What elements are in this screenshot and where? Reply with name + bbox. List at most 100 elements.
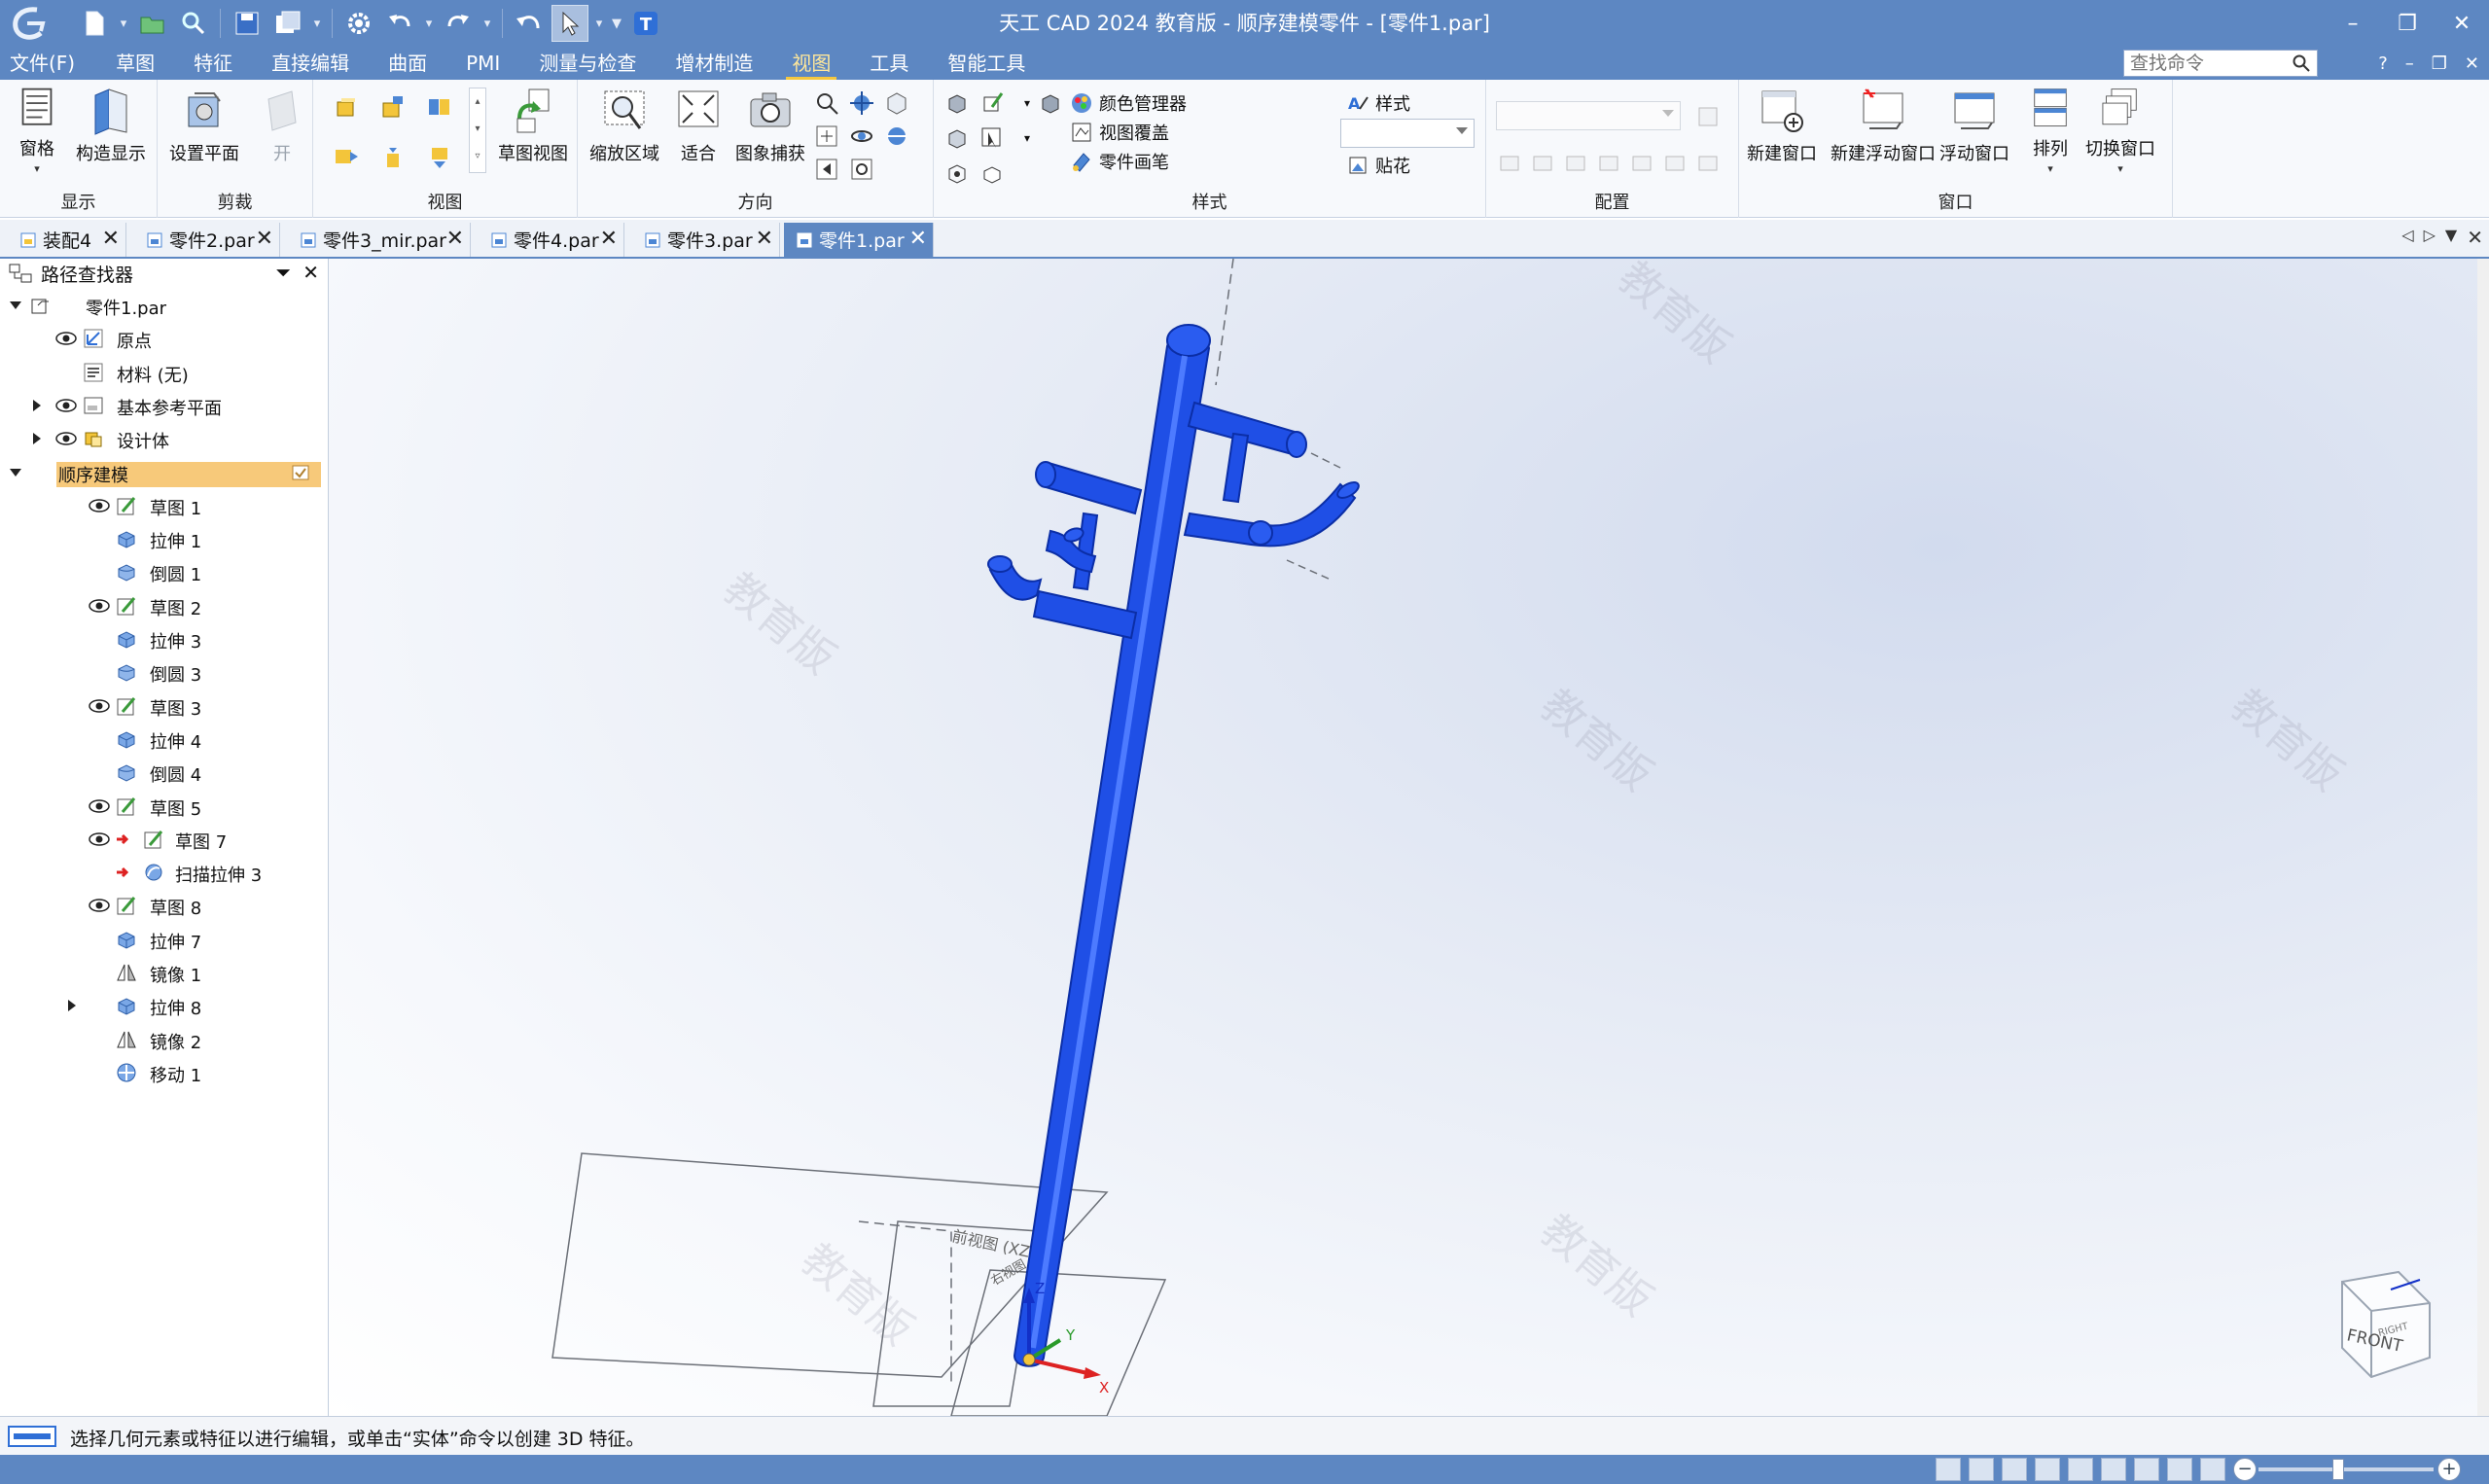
expand-arrow-icon[interactable] (29, 398, 45, 413)
visibility-eye-icon[interactable] (54, 398, 78, 413)
close-icon[interactable]: ✕ (756, 227, 773, 251)
zoom-slider-track[interactable] (2258, 1467, 2434, 1471)
visibility-eye-icon[interactable] (54, 331, 78, 346)
close-icon[interactable]: ✕ (256, 227, 273, 251)
visibility-eye-icon[interactable] (88, 598, 111, 614)
view-tool-icon[interactable] (2101, 1458, 2126, 1481)
view-cube-icon[interactable] (881, 88, 912, 119)
tree-item-sketch-2[interactable]: 草图 2 (0, 592, 321, 619)
save-dropdown-icon[interactable]: ▾ (310, 17, 324, 31)
close-icon[interactable]: ✕ (102, 227, 120, 251)
customize-qat-icon[interactable]: ▼ (610, 17, 623, 31)
zoom-icon[interactable] (811, 88, 842, 119)
construction-display-button[interactable]: 构造显示 (76, 86, 146, 175)
rotate-icon[interactable] (846, 121, 877, 152)
display-shaded-icon[interactable] (1035, 88, 1066, 119)
display-wire-icon[interactable] (942, 158, 973, 189)
graphics-viewport[interactable]: 教育版 教育版 教育版 教育版 教育版 教育版 前视图 (XZ) 右视图 Z Y… (329, 259, 2477, 1416)
sketch-view-button[interactable]: 草图视图 (498, 86, 568, 175)
arrange-dropdown-icon[interactable]: ▾ (2047, 162, 2053, 175)
doc-close-icon[interactable]: ✕ (2465, 53, 2479, 74)
redo-dropdown-icon[interactable]: ▾ (480, 17, 494, 31)
view-down-icon[interactable] (424, 142, 455, 173)
command-search[interactable] (2123, 50, 2318, 77)
tree-item-sketch-8[interactable]: 草图 8 (0, 892, 321, 919)
floating-window-button[interactable]: 浮动窗口 (1939, 86, 2009, 175)
part-painter-button[interactable]: 零件画笔 (1070, 148, 1169, 175)
tree-item-extrude-8[interactable]: 拉伸 8 (0, 992, 321, 1019)
decal-button[interactable]: 贴花 (1346, 152, 1410, 179)
tree-item-origin[interactable]: 原点 (0, 325, 321, 352)
tree-item-sketch-3[interactable]: 草图 3 (0, 692, 321, 720)
previous-view-icon[interactable] (811, 154, 842, 185)
doc-minimize-icon[interactable]: – (2405, 53, 2414, 74)
display-sides-icon[interactable] (942, 88, 973, 119)
redo-icon[interactable] (440, 5, 477, 42)
new-file-icon[interactable] (76, 5, 113, 42)
tree-item-extrude-1[interactable]: 拉伸 1 (0, 525, 321, 552)
visibility-eye-icon[interactable] (88, 498, 111, 513)
view-tool-icon[interactable] (2200, 1458, 2225, 1481)
save-all-icon[interactable] (269, 5, 306, 42)
find-file-icon[interactable] (175, 5, 212, 42)
visibility-eye-icon[interactable] (88, 831, 111, 847)
pan-icon[interactable] (846, 88, 877, 119)
display-caret2-icon[interactable]: ▾ (1012, 123, 1043, 154)
doc-tab-part2[interactable]: 零件2.par ✕ (134, 223, 280, 257)
display-outline-icon[interactable] (977, 158, 1008, 189)
view-next-icon[interactable] (331, 142, 362, 173)
open-file-icon[interactable] (134, 5, 171, 42)
doc-tab-part3[interactable]: 零件3.par ✕ (632, 223, 780, 257)
tree-item-sketch-5[interactable]: 草图 5 (0, 793, 321, 820)
expand-arrow-icon[interactable] (64, 998, 80, 1013)
tree-item-design-body[interactable]: 设计体 (0, 425, 321, 452)
menu-surfacing[interactable]: 曲面 (369, 47, 446, 80)
tree-item-part1[interactable]: 零件1.par (0, 292, 321, 319)
doc-restore-icon[interactable]: ❐ (2432, 53, 2447, 74)
view-tool-icon[interactable] (2002, 1458, 2027, 1481)
zoom-out-icon[interactable]: − (2233, 1458, 2257, 1481)
style-button[interactable]: A 样式 (1346, 89, 1410, 117)
tree-item-ordered[interactable]: 顺序建模 (0, 459, 321, 487)
tree-item-round-1[interactable]: 倒圆 1 (0, 558, 321, 585)
command-search-input[interactable] (2124, 51, 2280, 76)
menu-sketch[interactable]: 草图 (96, 47, 174, 80)
tab-scroll-right-icon[interactable]: ▷ (2424, 226, 2436, 249)
doc-tab-part4[interactable]: 零件4.par ✕ (479, 223, 624, 257)
menu-inspect[interactable]: 测量与检查 (519, 47, 656, 80)
menu-view[interactable]: 视图 (772, 47, 850, 80)
checkmark-icon[interactable] (292, 465, 309, 480)
menu-features[interactable]: 特征 (174, 47, 252, 80)
view-override-button[interactable]: 视图覆盖 (1070, 119, 1169, 146)
fit-all-icon[interactable] (811, 121, 842, 152)
help-icon[interactable]: ? (2378, 53, 2388, 74)
tree-item-sweep-3[interactable]: 扫描拉伸 3 (0, 859, 321, 886)
select-pointer-icon[interactable] (551, 5, 588, 42)
tree-item-extrude-3[interactable]: 拉伸 3 (0, 625, 321, 653)
tree-item-extrude-4[interactable]: 拉伸 4 (0, 725, 321, 753)
pipe-model[interactable] (987, 324, 1361, 1367)
pathfinder-close-icon[interactable]: ✕ (302, 261, 319, 284)
restore-icon[interactable]: ❐ (2380, 0, 2435, 47)
back-icon[interactable] (511, 5, 548, 42)
spin-icon[interactable] (881, 121, 912, 152)
pane-dropdown-icon[interactable]: ▾ (34, 162, 40, 175)
set-plane-button[interactable]: 设置平面 (169, 86, 239, 175)
tree-item-round-3[interactable]: 倒圆 3 (0, 658, 321, 686)
image-capture-button[interactable]: 图象捕获 (735, 86, 805, 175)
doc-tab-part3-mir[interactable]: 零件3_mir.par ✕ (288, 223, 471, 257)
display-pointer-icon[interactable] (977, 123, 1008, 154)
zoom-area-button[interactable]: 缩放区域 (589, 86, 659, 175)
doc-tab-assembly4[interactable]: 装配4 ✕ (8, 223, 126, 257)
save-icon[interactable] (229, 5, 266, 42)
menu-additive[interactable]: 增材制造 (656, 47, 772, 80)
search-icon[interactable] (2292, 53, 2311, 73)
gallery-more-icon[interactable]: ▿ (470, 143, 485, 170)
view-tool-icon[interactable] (1969, 1458, 1994, 1481)
switch-window-button[interactable]: 切换窗口 ▾ (2085, 86, 2155, 175)
new-dropdown-icon[interactable]: ▾ (117, 17, 130, 31)
tree-item-material[interactable]: 材料 (无) (0, 359, 321, 386)
expand-arrow-icon[interactable] (29, 431, 45, 446)
gallery-down-icon[interactable]: ▾ (470, 116, 485, 143)
new-floating-window-button[interactable]: 新建浮动窗口 (1831, 86, 1936, 175)
